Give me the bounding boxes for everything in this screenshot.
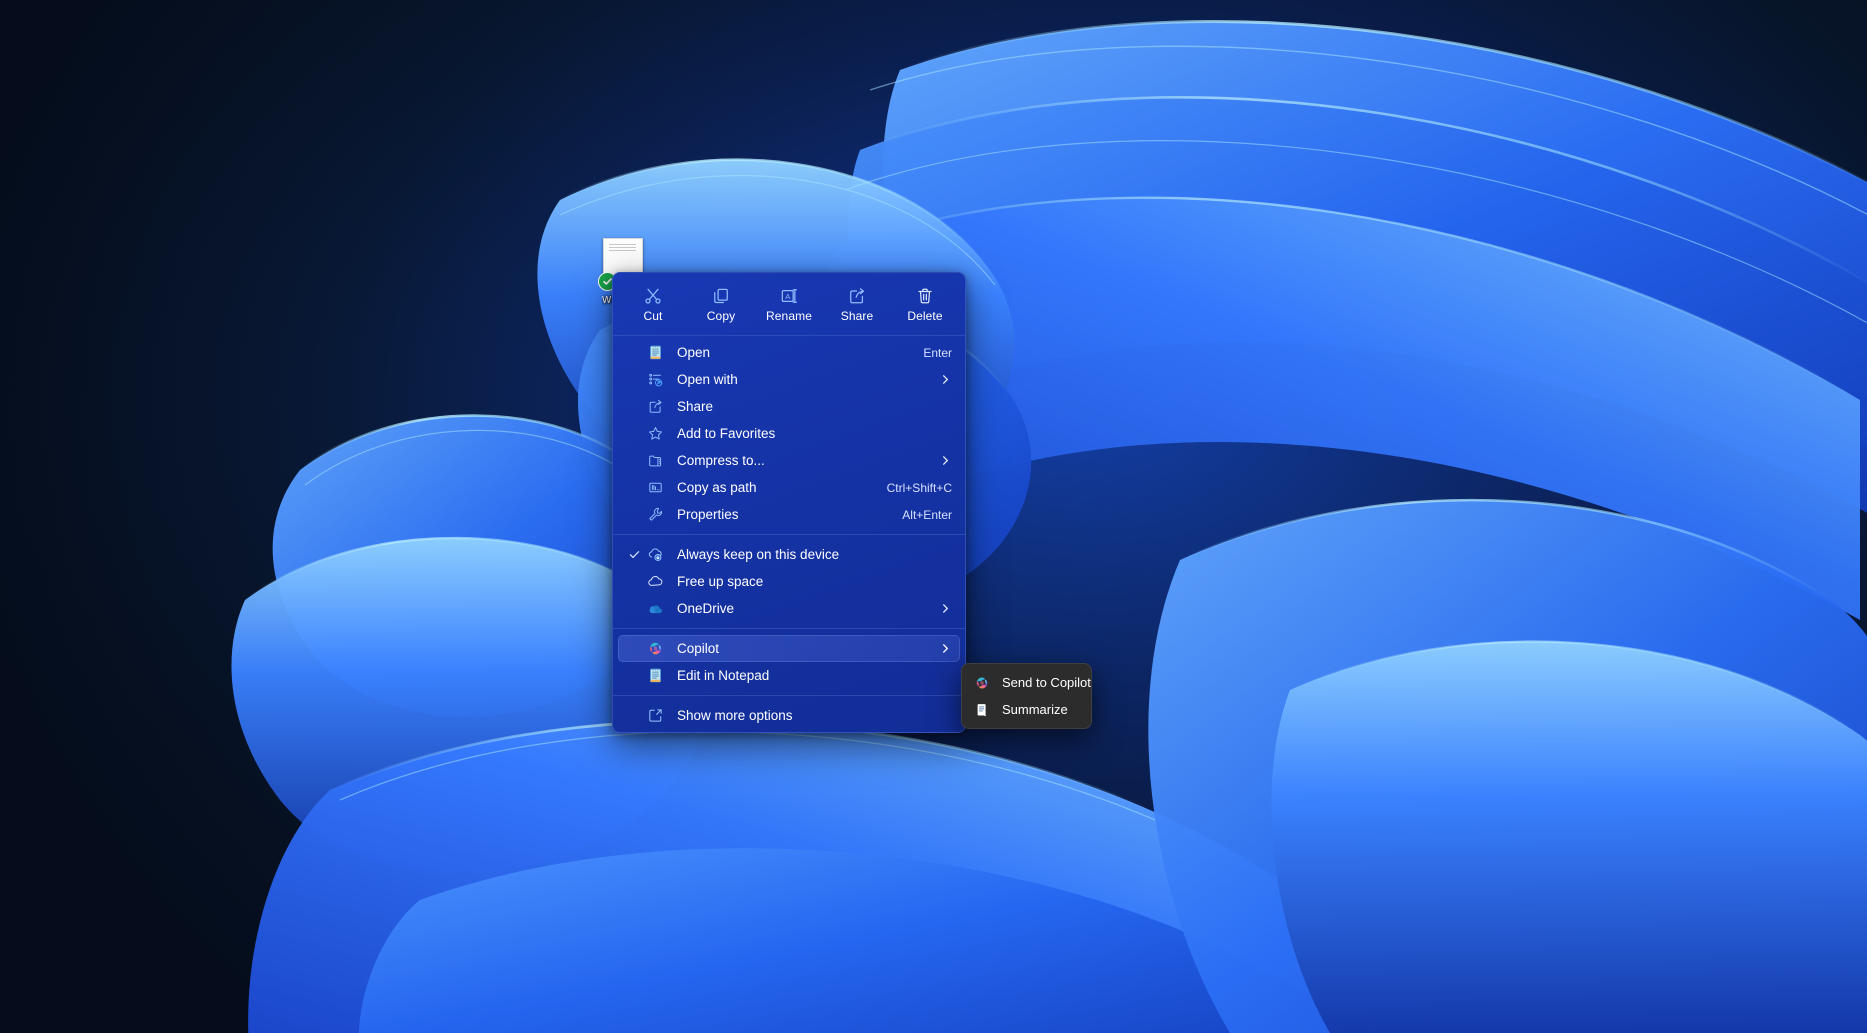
submenu-item-summarize[interactable]: Summarize	[966, 696, 1087, 723]
cut-button[interactable]: Cut	[619, 281, 687, 327]
notepad-icon	[644, 344, 666, 361]
cloud-download-icon	[644, 546, 666, 563]
share-icon	[847, 286, 867, 306]
cut-button-label: Cut	[644, 309, 663, 323]
menu-item-add-to-favorites[interactable]: Add to Favorites	[618, 420, 960, 447]
menu-item-show-more-options-label: Show more options	[677, 708, 952, 723]
desktop[interactable]: window Cut	[0, 0, 1867, 1033]
menu-item-edit-in-notepad-label: Edit in Notepad	[677, 668, 952, 683]
menu-item-copilot-label: Copilot	[677, 641, 930, 656]
context-menu-group-apps: Copilot Edit in Not	[613, 632, 965, 692]
menu-item-open-accel: Enter	[923, 346, 952, 360]
menu-item-open[interactable]: Open Enter	[618, 339, 960, 366]
copy-button[interactable]: Copy	[687, 281, 755, 327]
compress-icon	[644, 452, 666, 469]
menu-item-onedrive[interactable]: OneDrive	[618, 595, 960, 622]
menu-separator	[613, 695, 965, 696]
checkmark-icon	[624, 548, 644, 561]
show-more-icon	[644, 707, 666, 724]
menu-item-show-more-options[interactable]: Show more options	[618, 702, 960, 729]
menu-item-copy-as-path-label: Copy as path	[677, 480, 875, 495]
delete-button[interactable]: Delete	[891, 281, 959, 327]
submenu-item-summarize-label: Summarize	[1002, 702, 1068, 717]
chevron-right-icon	[938, 603, 952, 614]
menu-item-properties-accel: Alt+Enter	[902, 508, 952, 522]
summarize-icon	[972, 702, 992, 718]
share-icon	[644, 398, 666, 415]
rename-button[interactable]: A Rename	[755, 281, 823, 327]
context-menu-toolbar: Cut Copy A	[613, 273, 965, 336]
share-button-label: Share	[841, 309, 874, 323]
menu-item-open-with[interactable]: Open with	[618, 366, 960, 393]
chevron-right-icon	[938, 643, 952, 654]
menu-item-copilot[interactable]: Copilot	[618, 635, 960, 662]
menu-item-compress-to[interactable]: Compress to...	[618, 447, 960, 474]
submenu-item-send-to-copilot[interactable]: Send to Copilot	[966, 669, 1087, 696]
context-menu-group-more: Show more options	[613, 699, 965, 732]
copilot-icon	[972, 675, 992, 691]
notepad-icon	[644, 667, 666, 684]
chevron-right-icon	[938, 455, 952, 466]
menu-item-onedrive-label: OneDrive	[677, 601, 930, 616]
menu-item-copy-as-path[interactable]: Copy as path Ctrl+Shift+C	[618, 474, 960, 501]
menu-separator	[613, 534, 965, 535]
rename-icon: A	[779, 286, 799, 306]
menu-item-compress-to-label: Compress to...	[677, 453, 930, 468]
menu-item-share[interactable]: Share	[618, 393, 960, 420]
menu-item-always-keep-label: Always keep on this device	[677, 547, 952, 562]
submenu-item-send-to-copilot-label: Send to Copilot	[1002, 675, 1091, 690]
copy-as-path-icon	[644, 479, 666, 496]
menu-item-share-label: Share	[677, 399, 952, 414]
menu-item-edit-in-notepad[interactable]: Edit in Notepad	[618, 662, 960, 689]
menu-item-properties-label: Properties	[677, 507, 890, 522]
delete-button-label: Delete	[907, 309, 942, 323]
menu-item-free-up-space-label: Free up space	[677, 574, 952, 589]
context-menu-group-onedrive: Always keep on this device Free up space	[613, 538, 965, 625]
file-context-menu[interactable]: Cut Copy A	[612, 272, 966, 733]
share-button[interactable]: Share	[823, 281, 891, 327]
onedrive-icon	[644, 600, 666, 617]
document-text-lines	[609, 244, 636, 254]
trash-icon	[915, 286, 935, 306]
copy-button-label: Copy	[707, 309, 735, 323]
menu-item-copy-as-path-accel: Ctrl+Shift+C	[887, 481, 952, 495]
context-menu-group-file-actions: Open Enter Open with	[613, 336, 965, 531]
svg-text:A: A	[785, 292, 790, 301]
open-with-icon	[644, 371, 666, 388]
copilot-submenu[interactable]: Send to Copilot Summarize	[961, 663, 1092, 729]
copilot-icon	[644, 640, 666, 657]
menu-separator	[613, 628, 965, 629]
menu-item-add-to-favorites-label: Add to Favorites	[677, 426, 952, 441]
menu-item-properties[interactable]: Properties Alt+Enter	[618, 501, 960, 528]
star-icon	[644, 425, 666, 442]
copy-icon	[711, 286, 731, 306]
menu-item-open-with-label: Open with	[677, 372, 930, 387]
menu-item-always-keep-on-this-device[interactable]: Always keep on this device	[618, 541, 960, 568]
rename-button-label: Rename	[766, 309, 812, 323]
chevron-right-icon	[938, 374, 952, 385]
cloud-outline-icon	[644, 573, 666, 590]
wrench-icon	[644, 506, 666, 523]
scissors-icon	[643, 286, 663, 306]
menu-item-open-label: Open	[677, 345, 911, 360]
menu-item-free-up-space[interactable]: Free up space	[618, 568, 960, 595]
